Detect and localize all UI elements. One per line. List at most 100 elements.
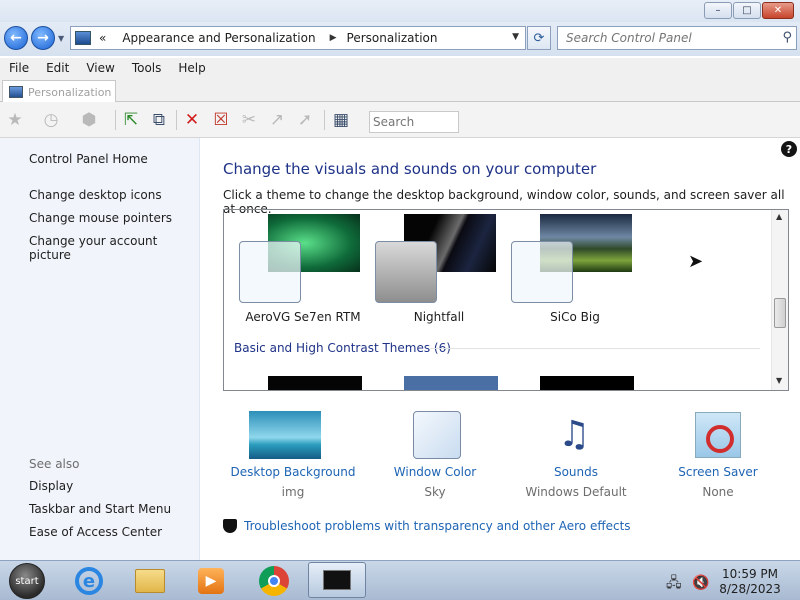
sidebar-control-panel-home[interactable]: Control Panel Home xyxy=(29,152,148,166)
menu-tools[interactable]: Tools xyxy=(123,58,170,78)
search-icon[interactable]: ⚲ xyxy=(782,30,792,45)
taskbar-media-player[interactable]: ▶ xyxy=(194,564,228,598)
sidebar-change-account-picture[interactable]: Change your account picture xyxy=(29,234,199,262)
setting-value: None xyxy=(702,485,734,499)
sidebar-taskbar-start-menu[interactable]: Taskbar and Start Menu xyxy=(29,502,171,516)
basic-theme-thumbnail[interactable] xyxy=(404,376,498,390)
basic-themes-heading: Basic and High Contrast Themes (6) xyxy=(234,341,451,355)
copy-windows-icon[interactable]: ⧉ xyxy=(148,110,170,130)
folder-icon xyxy=(135,569,165,593)
toolbar-search[interactable] xyxy=(369,111,459,133)
menu-file[interactable]: File xyxy=(0,58,37,78)
maximize-button[interactable]: □ xyxy=(733,2,761,19)
setting-label[interactable]: Sounds xyxy=(511,465,641,479)
window-controls: – □ ✕ xyxy=(704,2,794,19)
monitor-icon xyxy=(9,86,23,98)
page-title: Change the visuals and sounds on your co… xyxy=(223,160,597,178)
menu-view[interactable]: View xyxy=(77,58,122,78)
basic-theme-thumbnail[interactable] xyxy=(540,376,634,390)
volume-muted-icon[interactable]: 🔇 xyxy=(692,575,709,591)
setting-value: img xyxy=(281,485,305,499)
open-icon[interactable]: ⇱ xyxy=(120,110,142,130)
taskbar-personalization-window[interactable] xyxy=(308,562,366,598)
cut-icon[interactable]: ✂ xyxy=(238,110,260,130)
delete-window-icon[interactable]: ☒ xyxy=(210,110,232,130)
theme-window-preview xyxy=(239,241,301,303)
desktop-background-icon xyxy=(249,411,321,459)
network-icon[interactable]: 🖧 xyxy=(666,575,682,591)
shield-icon xyxy=(223,519,237,533)
taskbar-clock[interactable]: 10:59 PM 8/28/2023 xyxy=(716,567,784,597)
setting-value: Windows Default xyxy=(525,485,627,499)
theme-name: Nightfall xyxy=(413,310,465,324)
theme-list-scrollbar[interactable]: ▲ ▼ xyxy=(771,210,788,390)
favorites-star-icon[interactable]: ★ xyxy=(4,110,26,130)
system-tray: 🖧 🔇 xyxy=(666,572,710,596)
delete-icon[interactable]: ✕ xyxy=(181,110,203,130)
troubleshoot-link[interactable]: Troubleshoot problems with transparency … xyxy=(223,519,631,533)
setting-label[interactable]: Desktop Background xyxy=(228,465,358,479)
troubleshoot-text[interactable]: Troubleshoot problems with transparency … xyxy=(244,519,631,533)
library-icon[interactable]: ⬢ xyxy=(78,110,100,130)
refresh-icon: ⟳ xyxy=(533,30,545,46)
tab-personalization[interactable]: Personalization xyxy=(2,80,116,103)
help-icon[interactable]: ? xyxy=(781,141,797,157)
minimize-button[interactable]: – xyxy=(704,2,732,19)
clock-date: 8/28/2023 xyxy=(719,582,781,596)
scroll-down-icon[interactable]: ▼ xyxy=(776,376,782,385)
address-dropdown-icon[interactable]: ▼ xyxy=(512,32,519,42)
arrow-icon[interactable]: ↗ xyxy=(266,110,288,130)
forward-button[interactable]: → xyxy=(31,26,55,50)
forward-arrow-icon[interactable]: ➚ xyxy=(294,110,316,130)
setting-value: Sky xyxy=(424,485,446,499)
menu-help[interactable]: Help xyxy=(169,58,213,78)
window-color-icon xyxy=(413,411,461,459)
back-button[interactable]: ← xyxy=(4,26,28,50)
sidebar: Control Panel Home Change desktop icons … xyxy=(0,138,200,560)
tab-label: Personalization xyxy=(28,85,112,99)
view-options-icon[interactable]: ▦ xyxy=(330,110,352,130)
taskbar-chrome[interactable] xyxy=(257,564,291,598)
taskbar-explorer[interactable] xyxy=(133,564,167,598)
menu-bar: File Edit View Tools Help xyxy=(0,58,800,78)
breadcrumb-personalization[interactable]: Personalization xyxy=(347,31,438,45)
history-icon[interactable]: ◷ xyxy=(40,110,62,130)
search-control-panel[interactable]: ⚲ xyxy=(557,26,797,50)
scroll-thumb[interactable] xyxy=(774,298,786,328)
setting-label[interactable]: Window Color xyxy=(370,465,500,479)
mouse-pointer-icon: ➤ xyxy=(688,251,704,272)
toolbar-search-input[interactable] xyxy=(370,112,456,132)
main-panel: ? Change the visuals and sounds on your … xyxy=(201,138,800,560)
taskbar-internet-explorer[interactable]: e xyxy=(72,564,106,598)
search-input[interactable] xyxy=(558,27,768,49)
theme-window-preview xyxy=(511,241,573,303)
theme-nightfall[interactable]: Nightfall xyxy=(375,214,503,324)
start-button[interactable]: start xyxy=(9,563,45,599)
close-button[interactable]: ✕ xyxy=(762,2,794,19)
sidebar-display[interactable]: Display xyxy=(29,479,73,493)
address-bar[interactable]: « Appearance and Personalization ▶ Perso… xyxy=(70,26,526,50)
media-player-icon: ▶ xyxy=(198,568,224,594)
control-panel-icon xyxy=(75,31,91,45)
sidebar-change-mouse-pointers[interactable]: Change mouse pointers xyxy=(29,211,172,225)
internet-explorer-icon: e xyxy=(75,567,103,595)
toolbar: ★ ◷ ⬢ ⇱ ⧉ ✕ ☒ ✂ ↗ ➚ ▦ xyxy=(0,102,800,138)
basic-theme-thumbnail[interactable] xyxy=(268,376,362,390)
theme-list[interactable]: AeroVG Se7en RTM Nightfall SiCo Big Basi… xyxy=(223,209,789,391)
theme-sico-big[interactable]: SiCo Big xyxy=(511,214,639,324)
breadcrumb-appearance[interactable]: Appearance and Personalization xyxy=(122,31,315,45)
menu-edit[interactable]: Edit xyxy=(37,58,77,78)
breadcrumb-overflow[interactable]: « xyxy=(99,31,106,45)
recent-pages-dropdown-icon[interactable]: ▼ xyxy=(58,34,64,43)
refresh-button[interactable]: ⟳ xyxy=(527,26,551,50)
sidebar-change-desktop-icons[interactable]: Change desktop icons xyxy=(29,188,162,202)
theme-aerovg[interactable]: AeroVG Se7en RTM xyxy=(239,214,367,324)
clock-time: 10:59 PM xyxy=(722,567,778,581)
scroll-up-icon[interactable]: ▲ xyxy=(776,212,782,221)
monitor-icon xyxy=(323,570,351,590)
sidebar-ease-of-access[interactable]: Ease of Access Center xyxy=(29,525,162,539)
breadcrumb-separator-icon[interactable]: ▶ xyxy=(330,33,337,43)
theme-name: AeroVG Se7en RTM xyxy=(245,310,361,324)
see-also-heading: See also xyxy=(29,457,80,471)
setting-label[interactable]: Screen Saver xyxy=(653,465,783,479)
